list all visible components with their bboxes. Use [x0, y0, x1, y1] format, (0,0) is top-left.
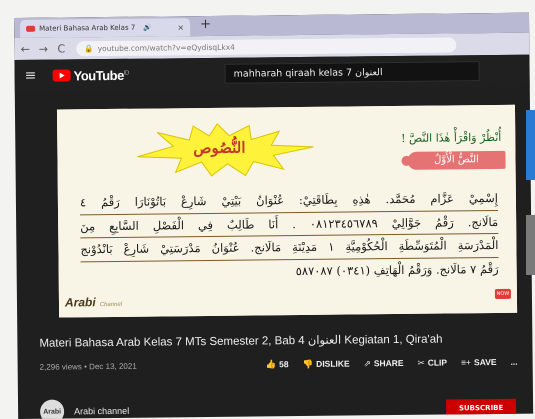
brand-name: Arabi: [64, 295, 96, 310]
photo-background: Materi Bahasa Arab Kelas 7 🔊 × + ← → C 🔒…: [0, 0, 535, 419]
subscribe-button[interactable]: SUBSCRIBE: [446, 398, 517, 418]
speaker-icon[interactable]: 🔊: [143, 24, 152, 32]
background-edge: [526, 95, 535, 305]
dislike-button[interactable]: 👎 DISLIKE: [303, 359, 350, 370]
share-label: SHARE: [373, 357, 404, 369]
tab-title: Materi Bahasa Arab Kelas 7: [39, 23, 136, 33]
save-label: SAVE: [473, 356, 497, 368]
close-tab-icon[interactable]: ×: [177, 23, 184, 32]
corner-badge: NOW: [494, 288, 511, 299]
lock-icon: 🔒: [84, 43, 94, 53]
like-button[interactable]: 👍 58: [265, 359, 288, 370]
url-field[interactable]: 🔒 youtube.com/watch?v=eQydisqLkx4: [76, 36, 457, 56]
browser-window: Materi Bahasa Arab Kelas 7 🔊 × + ← → C 🔒…: [14, 12, 534, 419]
search-input[interactable]: mahharah qiraah kelas 7 العنوان: [224, 61, 480, 84]
thumbs-down-icon: 👎: [302, 358, 314, 369]
new-tab-button[interactable]: +: [200, 17, 211, 32]
playlist-add-icon: ≡+: [461, 357, 472, 368]
views-date: 2,296 views • Dec 13, 2021: [39, 361, 137, 372]
hamburger-menu-icon[interactable]: ≡: [25, 68, 41, 84]
paragraph-line: رَقْمُ ٧ مَالَانج. وَرَقْمُ الْهَاتِفِ (…: [295, 261, 499, 278]
youtube-logo[interactable]: YouTubeID: [52, 67, 129, 83]
action-bar: 👍 58 👎 DISLIKE ⇗ SHARE ✂ CLIP ≡+ SAVE ...: [265, 357, 517, 371]
channel-name[interactable]: Arabi channel: [74, 406, 129, 417]
youtube-logo-text: YouTube: [73, 67, 124, 83]
video-frame: النُّصُوص أُنْظُرْ وَاقْرَأْ هٰذَا النَّ…: [56, 104, 518, 318]
youtube-header: ≡ YouTubeID mahharah qiraah kelas 7 العن…: [14, 54, 530, 92]
reload-button[interactable]: C: [54, 42, 68, 55]
thumbs-up-icon: 👍: [265, 359, 277, 370]
channel-row: Arabi Arabi channel: [39, 399, 129, 419]
video-meta-row: 2,296 views • Dec 13, 2021 👍 58 👎 DISLIKE …: [40, 357, 518, 373]
dislike-label: DISLIKE: [316, 358, 350, 369]
clip-label: CLIP: [427, 357, 448, 368]
reading-paragraph: إِسْمِيْ عَزَّام مُحَمَّد. هٰذِهِ بِطَاق…: [79, 186, 499, 284]
youtube-play-icon: [52, 69, 71, 82]
scissors-icon: ✂: [417, 357, 425, 368]
slide-instruction: أُنْظُرْ وَاقْرَأْ هٰذَا النَّصَّ !: [401, 130, 502, 145]
youtube-region: ID: [123, 69, 129, 77]
back-button[interactable]: ←: [18, 42, 32, 55]
text-label-ribbon: النَّصُّ الْأَوَّلُ: [407, 150, 506, 170]
brand-sub: Channel: [99, 301, 123, 309]
forward-button[interactable]: →: [36, 42, 50, 55]
like-count: 58: [279, 359, 289, 370]
video-player[interactable]: النُّصُوص أُنْظُرْ وَاقْرَأْ هٰذَا النَّ…: [56, 104, 518, 318]
arabi-channel-logo: Arabi Channel: [64, 295, 123, 310]
url-text: youtube.com/watch?v=eQydisqLkx4: [97, 42, 235, 53]
browser-tab[interactable]: Materi Bahasa Arab Kelas 7 🔊 ×: [20, 18, 191, 38]
share-button[interactable]: ⇗ SHARE: [364, 358, 404, 369]
youtube-favicon-icon: [26, 25, 36, 32]
slide-heading: النُّصُوص: [193, 138, 246, 158]
video-title: Materi Bahasa Arab Kelas 7 MTs Semester …: [39, 333, 443, 350]
share-icon: ⇗: [363, 358, 371, 369]
channel-avatar[interactable]: Arabi: [39, 399, 65, 419]
clip-button[interactable]: ✂ CLIP: [418, 357, 448, 368]
save-button[interactable]: ≡+ SAVE: [461, 357, 497, 368]
more-actions-button[interactable]: ...: [510, 357, 517, 368]
